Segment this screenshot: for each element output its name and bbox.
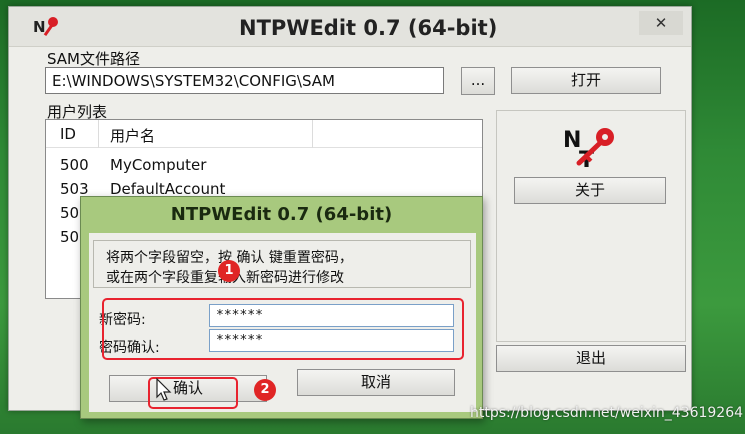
table-row[interactable]: 50 bbox=[60, 204, 79, 222]
table-row[interactable]: 500 MyComputer bbox=[60, 156, 206, 174]
about-button[interactable]: 关于 bbox=[514, 177, 666, 204]
open-button[interactable]: 打开 bbox=[511, 67, 661, 94]
close-window-button[interactable]: ✕ bbox=[639, 11, 683, 35]
svg-text:N: N bbox=[33, 18, 46, 36]
browse-button[interactable]: ... bbox=[461, 67, 495, 95]
annotation-box-password-fields bbox=[102, 298, 464, 360]
column-header-username[interactable]: 用户名 bbox=[110, 125, 155, 146]
cancel-button[interactable]: 取消 bbox=[297, 369, 455, 396]
column-divider bbox=[312, 120, 313, 148]
column-header-id[interactable]: ID bbox=[60, 125, 76, 143]
key-logo-icon: N T bbox=[563, 128, 614, 169]
table-row[interactable]: 50 bbox=[60, 228, 79, 246]
user-list-header: ID 用户名 bbox=[46, 120, 482, 148]
exit-button[interactable]: 退出 bbox=[496, 345, 686, 372]
instruction-box: 将两个字段留空，按 确认 键重置密码， 或在两个字段重复输入新密码进行修改 bbox=[93, 240, 471, 288]
annotation-step-1: 1 bbox=[218, 260, 240, 282]
user-name: MyComputer bbox=[110, 156, 207, 174]
annotation-step-2: 2 bbox=[254, 379, 276, 401]
sam-path-input[interactable] bbox=[45, 67, 444, 94]
mouse-cursor-icon bbox=[156, 378, 172, 401]
user-id: 500 bbox=[60, 156, 89, 174]
window-title: NTPWEdit 0.7 (64-bit) bbox=[239, 16, 498, 40]
app-logo-icon: N bbox=[33, 17, 58, 37]
side-panel: N T 关于 bbox=[496, 110, 686, 342]
title-bar[interactable]: N NTPWEdit 0.7 (64-bit) ✕ bbox=[9, 7, 691, 47]
watermark: https://blog.csdn.net/weixin_43619264 bbox=[470, 405, 744, 421]
user-id: 50 bbox=[60, 204, 80, 222]
dialog-title[interactable]: NTPWEdit 0.7 (64-bit) bbox=[81, 197, 482, 233]
column-divider bbox=[98, 120, 99, 148]
sam-path-group-label: SAM文件路径 bbox=[47, 50, 141, 68]
user-id: 50 bbox=[60, 228, 80, 246]
